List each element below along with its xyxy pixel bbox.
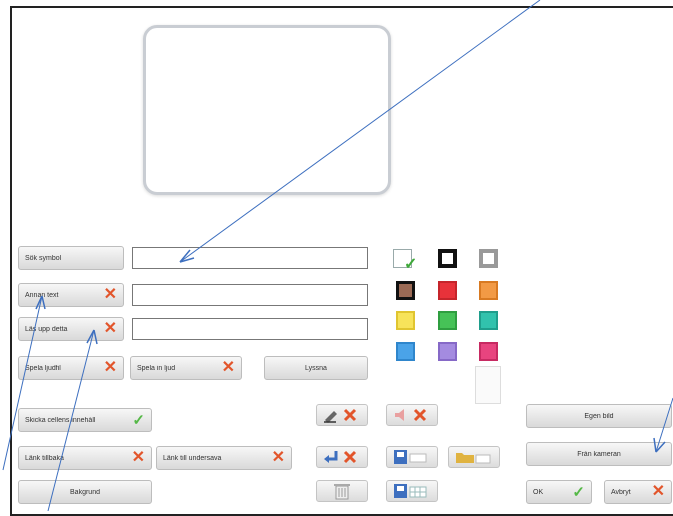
clear-icon[interactable]: ✕ — [104, 287, 117, 303]
record-sound-label: Spela in ljud — [137, 364, 176, 372]
selected-check-icon: ✓ — [404, 256, 418, 273]
read-aloud-label: Läs upp detta — [25, 325, 68, 333]
color-pink-swatch[interactable] — [479, 342, 498, 361]
link-subpage-button[interactable]: Länk till undersava ✕ — [156, 446, 292, 470]
clear-icon[interactable]: ✕ — [104, 360, 117, 376]
color-extra-cell — [475, 366, 501, 404]
cancel-label: Avbryt — [611, 488, 631, 496]
save-cell-button[interactable] — [386, 446, 438, 468]
check-icon: ✓ — [132, 411, 145, 429]
save-disk-icon — [394, 450, 427, 464]
delete-button[interactable] — [316, 480, 368, 502]
color-yellow-swatch[interactable] — [396, 311, 415, 330]
from-camera-label: Från kameran — [577, 450, 621, 458]
link-subpage-label: Länk till undersava — [163, 454, 222, 462]
ok-label: OK — [533, 488, 544, 496]
color-blue-swatch[interactable] — [396, 342, 415, 361]
send-cell-content-label: Skicka cellens innehåll — [25, 416, 96, 424]
read-aloud-field[interactable] — [132, 318, 368, 340]
other-text-label: Annan text — [25, 291, 59, 299]
return-arrow-icon — [324, 450, 357, 464]
clear-icon[interactable]: ✕ — [132, 450, 145, 466]
clear-drawing-button[interactable] — [316, 404, 368, 426]
speaker-mute-icon — [395, 408, 427, 422]
mute-sound-button[interactable] — [386, 404, 438, 426]
other-text-button[interactable]: Annan text ✕ — [18, 283, 124, 307]
search-symbol-button[interactable]: Sök symbol — [18, 246, 124, 270]
clear-icon[interactable]: ✕ — [104, 321, 117, 337]
play-sound-file-label: Spela ljudfil — [25, 364, 61, 372]
open-folder-button[interactable] — [448, 446, 500, 468]
clear-icon[interactable]: ✕ — [222, 360, 235, 376]
ok-button[interactable]: OK ✓ — [526, 480, 592, 504]
play-sound-file-button[interactable]: Spela ljudfil ✕ — [18, 356, 124, 380]
save-grid-button[interactable] — [386, 480, 438, 502]
send-cell-content-button[interactable]: Skicka cellens innehåll ✓ — [18, 408, 152, 432]
cell-preview[interactable] — [143, 25, 391, 195]
color-teal-swatch[interactable] — [479, 311, 498, 330]
check-icon: ✓ — [572, 483, 585, 501]
cancel-button[interactable]: Avbryt ✕ — [604, 480, 672, 504]
erase-pen-icon — [324, 408, 357, 423]
color-orange-swatch[interactable] — [479, 281, 498, 300]
save-grid-icon — [394, 484, 427, 498]
listen-button[interactable]: Lyssna — [264, 356, 368, 380]
link-back-button[interactable]: Länk tillbaka ✕ — [18, 446, 152, 470]
search-symbol-label: Sök symbol — [25, 254, 62, 262]
read-aloud-button[interactable]: Läs upp detta ✕ — [18, 317, 124, 341]
background-button[interactable]: Bakgrund — [18, 480, 152, 504]
record-sound-button[interactable]: Spela in ljud ✕ — [130, 356, 242, 380]
color-black-swatch[interactable] — [438, 249, 457, 268]
clear-icon[interactable]: ✕ — [272, 450, 285, 466]
own-image-label: Egen bild — [584, 412, 614, 420]
color-grey-swatch[interactable] — [479, 249, 498, 268]
trash-icon — [334, 484, 350, 500]
from-camera-button[interactable]: Från kameran — [526, 442, 672, 466]
own-image-button[interactable]: Egen bild — [526, 404, 672, 428]
listen-label: Lyssna — [305, 364, 327, 372]
color-green-swatch[interactable] — [438, 311, 457, 330]
other-text-field[interactable] — [132, 284, 368, 306]
color-brown-swatch[interactable] — [396, 281, 415, 300]
color-purple-swatch[interactable] — [438, 342, 457, 361]
background-label: Bakgrund — [70, 488, 100, 496]
link-back-label: Länk tillbaka — [25, 454, 64, 462]
close-icon: ✕ — [651, 483, 665, 500]
clear-return-button[interactable] — [316, 446, 368, 468]
folder-icon — [456, 453, 491, 464]
symbol-search-field[interactable] — [132, 247, 368, 269]
color-red-swatch[interactable] — [438, 281, 457, 300]
